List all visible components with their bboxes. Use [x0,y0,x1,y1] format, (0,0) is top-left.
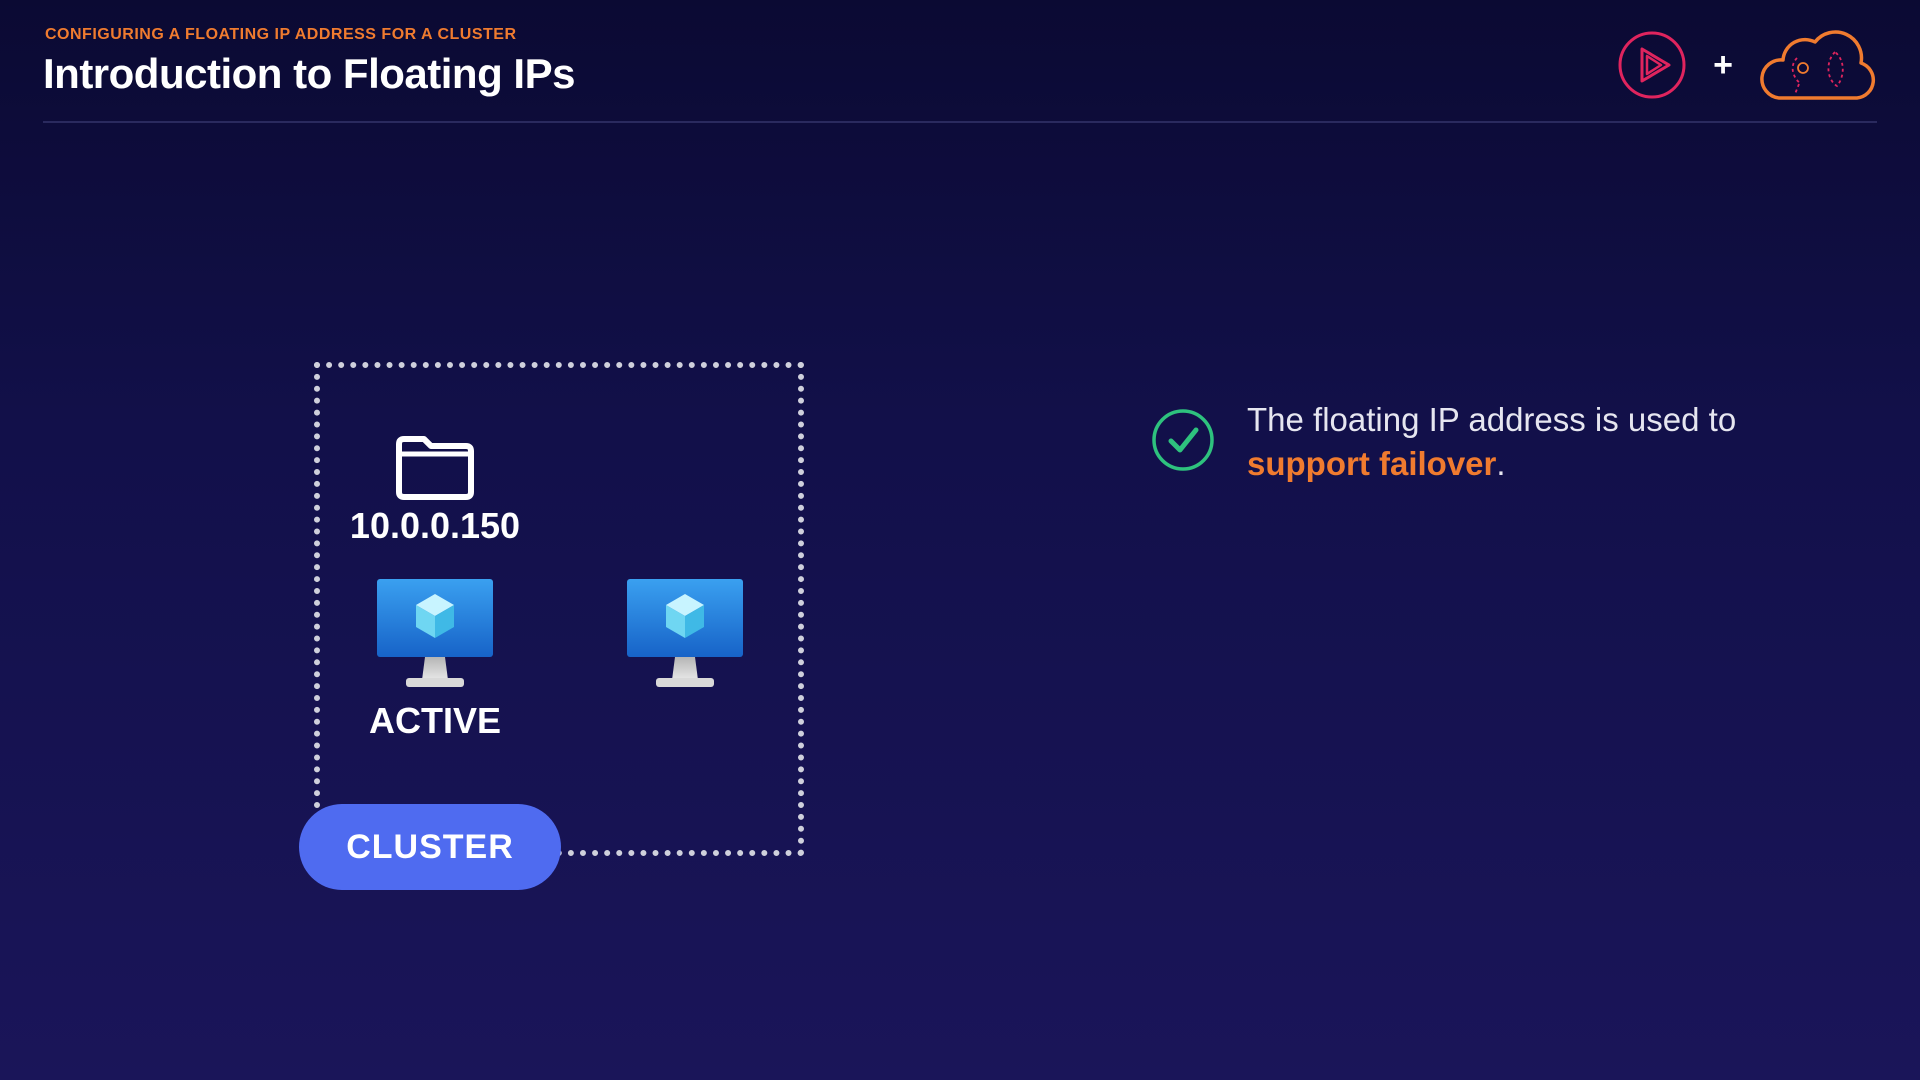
slide-title: Introduction to Floating IPs [43,50,575,97]
section-eyebrow: CONFIGURING A FLOATING IP ADDRESS FOR A … [45,26,517,43]
virtual-machine-icon [377,579,493,687]
active-node-label: ACTIVE [368,700,501,741]
statement-end: . [1496,445,1506,482]
virtual-machine-icon [627,579,743,687]
plus-sign: + [1713,46,1733,84]
slide-header: CONFIGURING A FLOATING IP ADDRESS FOR A … [43,0,1877,123]
check-circle-icon [1152,409,1214,471]
play-logo-icon [1618,31,1686,99]
cloud-logo-icon [1760,30,1876,100]
folder-icon [396,436,474,500]
statement-text: The floating IP address is used to [1247,401,1737,438]
brand-logos: + [1617,28,1877,102]
cluster-label-pill: CLUSTER [299,804,561,890]
statement-highlight: support failover [1247,445,1497,482]
key-point-statement: The floating IP address is used to suppo… [1247,398,1847,486]
floating-ip-address: 10.0.0.150 [349,505,521,546]
